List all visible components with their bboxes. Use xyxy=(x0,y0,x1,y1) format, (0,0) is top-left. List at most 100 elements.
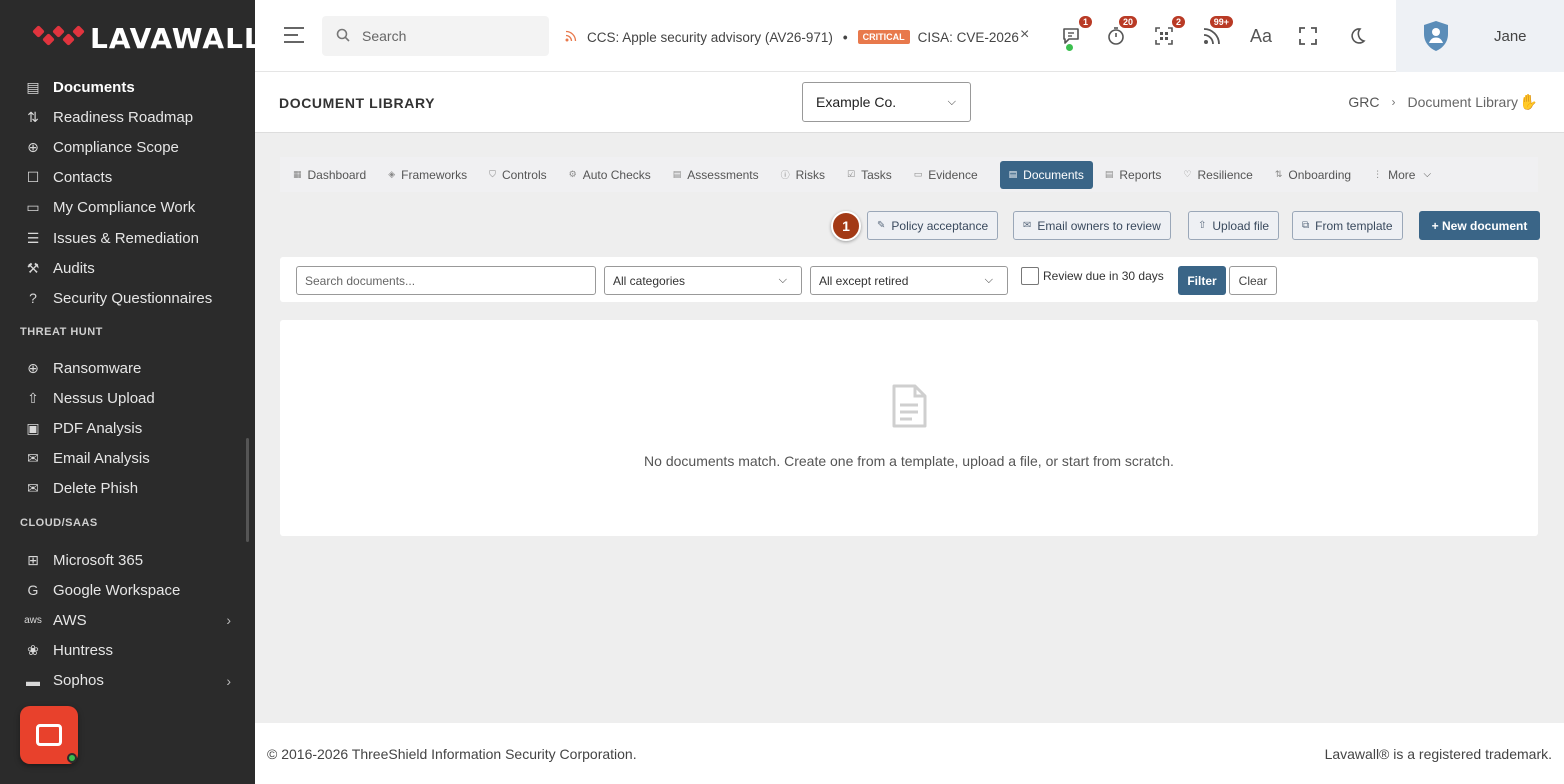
empty-document-icon xyxy=(892,384,927,428)
sidebar: LAVAWALL® ▤ Documents ⇅ Readiness Roadmap ⊕ C… xyxy=(0,0,255,784)
search-icon xyxy=(336,28,350,45)
shield-icon: ⛉ xyxy=(489,169,496,179)
sidebar-item-my-compliance-work[interactable]: ▭ My Compliance Work xyxy=(24,194,239,222)
global-search-input[interactable]: Search xyxy=(322,16,549,56)
tab-label: Risks xyxy=(795,167,825,182)
page-title: DOCUMENT LIBRARY xyxy=(279,95,436,111)
tab-more[interactable]: ⋮ More ⌵ xyxy=(1373,161,1441,189)
checkbox-icon: ☑ xyxy=(846,169,856,179)
chevron-down-icon: ⌵ xyxy=(778,274,787,286)
ticker-item[interactable]: CCS: Apple security advisory (AV26-971) xyxy=(587,30,833,45)
tab-label: Reports xyxy=(1119,167,1162,182)
sidebar-item-microsoft-365[interactable]: ⊞ Microsoft 365 xyxy=(24,546,239,574)
tab-tasks[interactable]: ☑ Tasks xyxy=(847,161,902,189)
font-size-icon[interactable]: Aa xyxy=(1249,24,1273,48)
upload-icon: ⇧ xyxy=(1198,220,1207,231)
tab-label: Auto Checks xyxy=(582,167,651,182)
clear-button[interactable]: Clear xyxy=(1229,266,1277,295)
sidebar-item-sophos[interactable]: ▬ Sophos › xyxy=(24,667,239,695)
sidebar-item-aws[interactable]: aws AWS › xyxy=(24,606,239,634)
ticker-close-icon[interactable]: × xyxy=(1020,26,1029,44)
lavawall-logo[interactable]: LAVAWALL® xyxy=(32,20,255,56)
tab-onboarding[interactable]: ⇅ Onboarding xyxy=(1275,161,1361,189)
sidebar-item-compliance-scope[interactable]: ⊕ Compliance Scope xyxy=(24,133,239,161)
status-select[interactable]: All except retired ⌵ xyxy=(810,266,1008,295)
organization-select[interactable]: Example Co. ⌵ xyxy=(802,82,971,122)
sidebar-item-contacts[interactable]: ☐ Contacts xyxy=(24,164,239,192)
step-marker: 1 xyxy=(831,211,861,241)
breadcrumb-current: Document Library xyxy=(1407,94,1519,110)
menu-toggle-icon[interactable] xyxy=(284,27,304,43)
new-document-button[interactable]: + New document xyxy=(1419,211,1540,240)
organization-selected: Example Co. xyxy=(816,94,897,110)
sidebar-item-label: Nessus Upload xyxy=(53,389,155,407)
tab-reports[interactable]: ▤ Reports xyxy=(1105,161,1172,189)
sidebar-item-huntress[interactable]: ❀ Huntress xyxy=(24,637,239,665)
tab-label: More xyxy=(1388,167,1416,182)
messages-icon[interactable]: 1 xyxy=(1059,15,1093,51)
sidebar-item-delete-phish[interactable]: ✉ Delete Phish xyxy=(24,475,239,503)
aws-icon: aws xyxy=(24,614,42,626)
from-template-button[interactable]: ⧉ From template xyxy=(1292,211,1403,240)
sidebar-item-audits[interactable]: ⚒ Audits xyxy=(24,254,239,282)
tab-label: Onboarding xyxy=(1288,167,1352,182)
tab-controls[interactable]: ⛉ Controls xyxy=(489,161,556,189)
fullscreen-icon[interactable] xyxy=(1296,24,1320,48)
sidebar-scrollbar[interactable] xyxy=(246,438,249,542)
tab-label: Dashboard xyxy=(307,167,367,182)
review-due-label[interactable]: Review due in 30 days xyxy=(1043,269,1164,283)
copyright-text: © 2016-2026 ThreeShield Information Secu… xyxy=(267,746,637,762)
alert-icon: ⓘ xyxy=(780,170,790,180)
upload-file-button[interactable]: ⇧ Upload file xyxy=(1188,211,1280,240)
tab-auto-checks[interactable]: ⚙ Auto Checks xyxy=(569,161,661,189)
timer-icon[interactable]: 20 xyxy=(1104,15,1138,48)
chevron-right-icon: › xyxy=(226,672,231,689)
tab-label: Assessments xyxy=(687,167,759,182)
breadcrumb-grc[interactable]: GRC xyxy=(1348,94,1379,110)
tab-risks[interactable]: ⓘ Risks xyxy=(781,161,835,189)
tab-frameworks[interactable]: ◈ Frameworks xyxy=(388,161,477,189)
filter-button[interactable]: Filter xyxy=(1178,266,1226,295)
report-icon: ▤ xyxy=(1104,169,1114,179)
layers-icon: ◈ xyxy=(388,169,396,179)
section-threat-hunt: THREAT HUNT xyxy=(20,326,103,338)
sidebar-item-readiness-roadmap[interactable]: ⇅ Readiness Roadmap xyxy=(24,103,239,131)
sidebar-item-google-workspace[interactable]: G Google Workspace xyxy=(24,576,239,604)
pdf-icon: ▣ xyxy=(26,419,40,436)
document-search-input[interactable] xyxy=(296,266,596,295)
ticker-item[interactable]: CISA: CVE-2026 xyxy=(918,30,1019,45)
news-ticker[interactable]: CCS: Apple security advisory (AV26-971) … xyxy=(565,27,1040,47)
category-select[interactable]: All categories ⌵ xyxy=(604,266,802,295)
sidebar-item-ransomware[interactable]: ⊕ Ransomware xyxy=(24,354,239,382)
user-menu[interactable]: Jane xyxy=(1396,0,1564,72)
tab-label: Frameworks xyxy=(401,167,468,182)
tab-dashboard[interactable]: ▦ Dashboard xyxy=(293,161,376,189)
tab-evidence[interactable]: ▭ Evidence xyxy=(914,161,988,189)
list-icon: ☰ xyxy=(26,229,40,246)
documents-icon: ▤ xyxy=(26,78,40,95)
qr-badge: 2 xyxy=(1170,15,1186,29)
tab-assessments[interactable]: ▤ Assessments xyxy=(673,161,769,189)
grc-tabs: ▦ Dashboard ◈ Frameworks ⛉ Controls ⚙ Auto Chec… xyxy=(280,157,1538,192)
email-owners-button[interactable]: ✉ Email owners to review xyxy=(1013,211,1171,240)
chevron-down-icon: ⌵ xyxy=(984,274,993,286)
sidebar-item-email-analysis[interactable]: ✉ Email Analysis xyxy=(24,445,239,473)
search-placeholder: Search xyxy=(362,28,407,44)
sidebar-item-pdf-analysis[interactable]: ▣ PDF Analysis xyxy=(24,414,239,442)
review-due-checkbox[interactable] xyxy=(1021,267,1039,285)
tab-resilience[interactable]: ♡ Resilience xyxy=(1183,161,1262,189)
sidebar-item-issues-remediation[interactable]: ☰ Issues & Remediation xyxy=(24,224,239,252)
dark-mode-icon[interactable] xyxy=(1345,24,1369,48)
policy-acceptance-button[interactable]: ✎ Policy acceptance xyxy=(867,211,999,240)
sidebar-item-label: PDF Analysis xyxy=(53,419,143,437)
feeds-icon[interactable]: 99+ xyxy=(1200,15,1234,48)
chat-button[interactable] xyxy=(20,706,78,764)
section-cloud-saas: CLOUD/SAAS xyxy=(20,517,98,529)
sidebar-item-nessus-upload[interactable]: ⇧ Nessus Upload xyxy=(24,384,239,412)
sidebar-item-security-questionnaires[interactable]: ? Security Questionnaires xyxy=(24,284,239,312)
trademark-text: Lavawall® is a registered trademark. xyxy=(1324,746,1552,762)
qr-code-icon[interactable]: 2 xyxy=(1152,15,1186,48)
sidebar-item-documents[interactable]: ▤ Documents xyxy=(24,73,239,101)
filter-bar: All categories ⌵ All except retired ⌵ Re… xyxy=(280,257,1538,302)
tab-documents[interactable]: ▤ Documents xyxy=(999,160,1093,189)
